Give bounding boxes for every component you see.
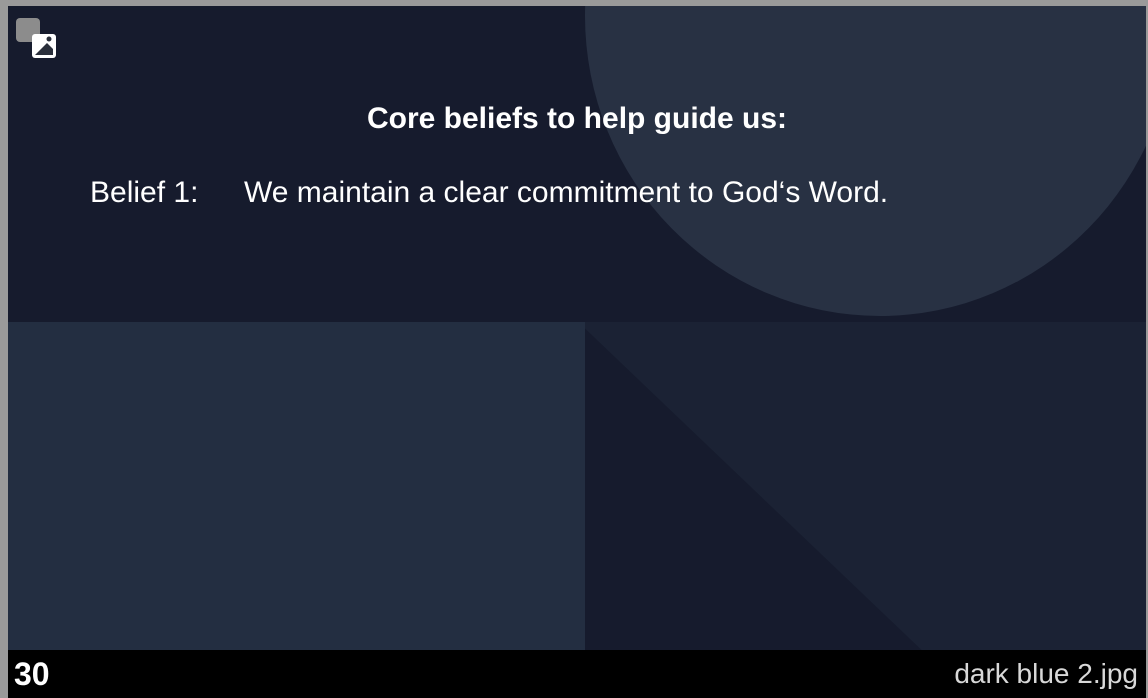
background-diagonal-shape bbox=[585, 322, 1146, 650]
background-circle-shape bbox=[585, 6, 1146, 316]
background-file-name: dark blue 2.jpg bbox=[954, 658, 1138, 689]
background-lower-left-panel bbox=[8, 322, 585, 650]
slide-thumbnail-frame[interactable]: Core beliefs to help guide us: Belief 1:… bbox=[0, 0, 1148, 698]
belief-line: Belief 1: We maintain a clear commitment … bbox=[90, 176, 888, 210]
slide-title: Core beliefs to help guide us: bbox=[366, 102, 788, 135]
slide-footer: 30 dark blue 2.jpg bbox=[8, 650, 1146, 698]
slide-number: 30 bbox=[14, 656, 50, 692]
belief-label: Belief 1: bbox=[90, 176, 199, 209]
belief-text: We maintain a clear commitment to God‘s … bbox=[244, 176, 889, 209]
slide-preview[interactable]: Core beliefs to help guide us: Belief 1:… bbox=[8, 6, 1146, 650]
image-media-icon[interactable] bbox=[14, 16, 58, 60]
